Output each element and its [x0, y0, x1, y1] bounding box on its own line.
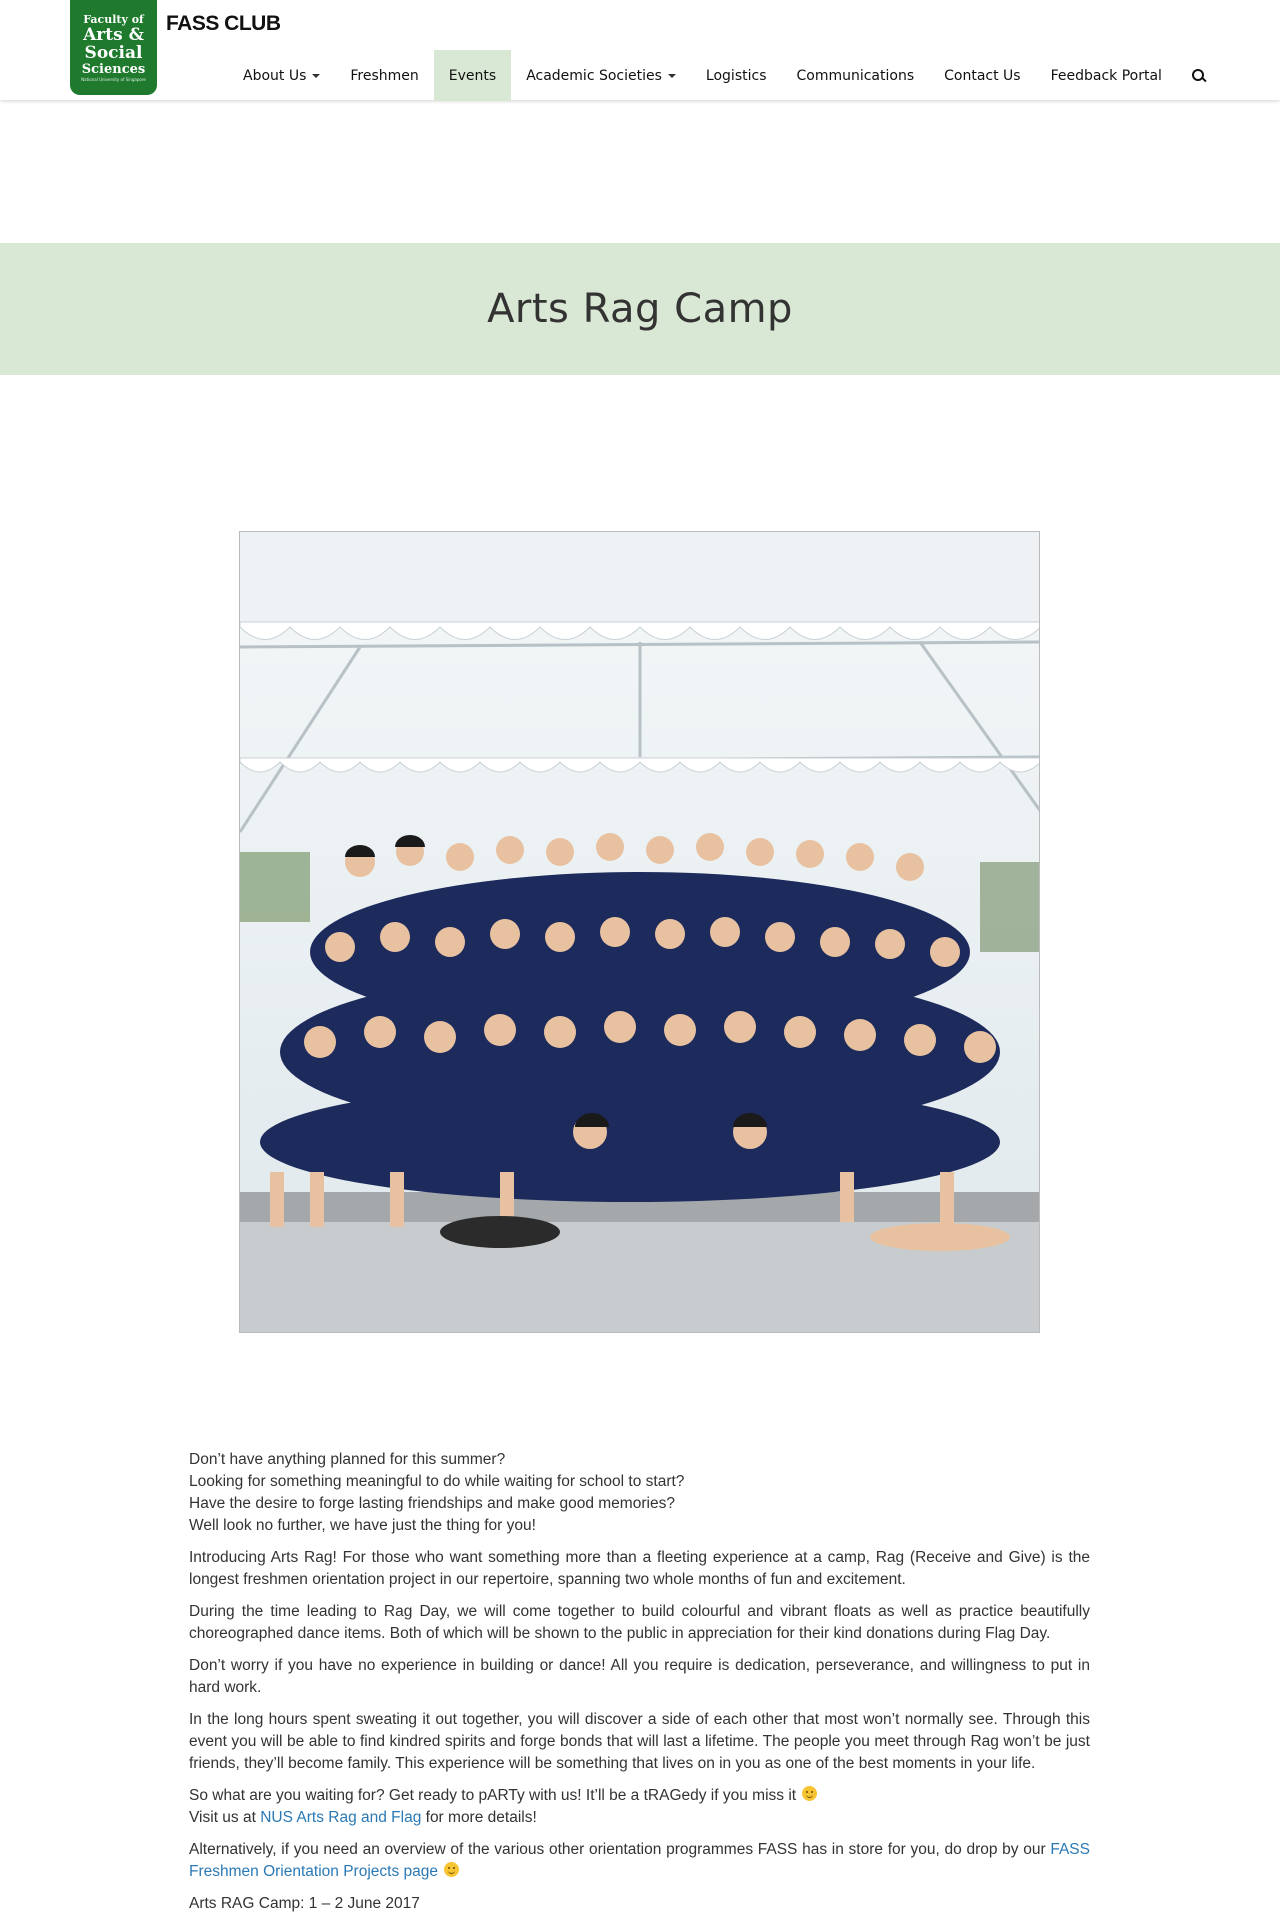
nav-contact-us[interactable]: Contact Us: [929, 50, 1035, 101]
call-to-action-text: So what are you waiting for? Get ready t…: [189, 1787, 797, 1804]
visit-suffix: for more details!: [421, 1809, 537, 1826]
paragraph-alternatives: Alternatively, if you need an overview o…: [189, 1839, 1090, 1883]
paragraph-call-to-action: So what are you waiting for? Get ready t…: [189, 1785, 1090, 1829]
nav-label: Contact Us: [944, 67, 1021, 84]
nav-label: About Us: [243, 67, 307, 84]
logo-line-3: Social: [84, 43, 143, 63]
nus-arts-rag-link[interactable]: NUS Arts Rag and Flag: [260, 1809, 421, 1826]
search-icon: [1191, 68, 1206, 83]
nav-label: Academic Societies: [526, 67, 662, 84]
paragraph-intro-arts-rag: Introducing Arts Rag! For those who want…: [189, 1549, 1090, 1588]
main-nav: About Us Freshmen Events Academic Societ…: [228, 50, 1221, 101]
nav-academic-societies[interactable]: Academic Societies: [511, 50, 691, 101]
faculty-logo[interactable]: Faculty of Arts & Social Sciences Nation…: [70, 0, 157, 95]
group-photo: [239, 531, 1040, 1333]
nav-communications[interactable]: Communications: [781, 50, 929, 101]
intro-line: Don’t have anything planned for this sum…: [189, 1451, 506, 1468]
logo-line-5: National University of Singapore: [81, 77, 146, 82]
group-photo-illustration: [240, 532, 1039, 1332]
caret-down-icon: [667, 73, 676, 78]
camp-date: Arts RAG Camp: 1 – 2 June 2017: [189, 1895, 420, 1912]
nav-label: Logistics: [705, 67, 767, 84]
paragraph-bonds: In the long hours spent sweating it out …: [189, 1711, 1090, 1772]
nav-label: Freshmen: [350, 67, 419, 84]
visit-prefix: Visit us at: [189, 1809, 261, 1826]
nav-events[interactable]: Events: [433, 50, 512, 101]
intro-line: Looking for something meaningful to do w…: [189, 1473, 685, 1490]
nav-feedback-portal[interactable]: Feedback Portal: [1036, 50, 1177, 101]
logo-line-4: Sciences: [81, 62, 146, 77]
nav-search-button[interactable]: [1177, 50, 1221, 101]
nav-label: Events: [448, 67, 497, 84]
smile-emoji-icon: [443, 1862, 459, 1877]
intro-line: Have the desire to forge lasting friends…: [189, 1495, 675, 1512]
caret-down-icon: [312, 73, 321, 78]
logo-line-2: Arts &: [83, 25, 144, 45]
nav-label: Communications: [796, 67, 915, 84]
page-title: Arts Rag Camp: [487, 286, 793, 332]
nav-logistics[interactable]: Logistics: [691, 50, 782, 101]
paragraph-rag-day: During the time leading to Rag Day, we w…: [189, 1603, 1090, 1642]
intro-paragraph: Don’t have anything planned for this sum…: [189, 1449, 1090, 1537]
intro-line: Well look no further, we have just the t…: [189, 1517, 536, 1534]
alternatives-text: Alternatively, if you need an overview o…: [189, 1841, 1051, 1858]
page-title-banner: Arts Rag Camp: [0, 243, 1280, 375]
wink-emoji-icon: [802, 1786, 818, 1801]
site-header: Faculty of Arts & Social Sciences Nation…: [0, 0, 1280, 101]
nav-label: Feedback Portal: [1050, 67, 1162, 84]
article-body: Don’t have anything planned for this sum…: [189, 1449, 1090, 1925]
nav-about-us[interactable]: About Us: [228, 50, 335, 101]
brand-name[interactable]: FASS CLUB: [166, 12, 281, 36]
paragraph-no-experience: Don’t worry if you have no experience in…: [189, 1657, 1090, 1696]
nav-freshmen[interactable]: Freshmen: [335, 50, 433, 101]
